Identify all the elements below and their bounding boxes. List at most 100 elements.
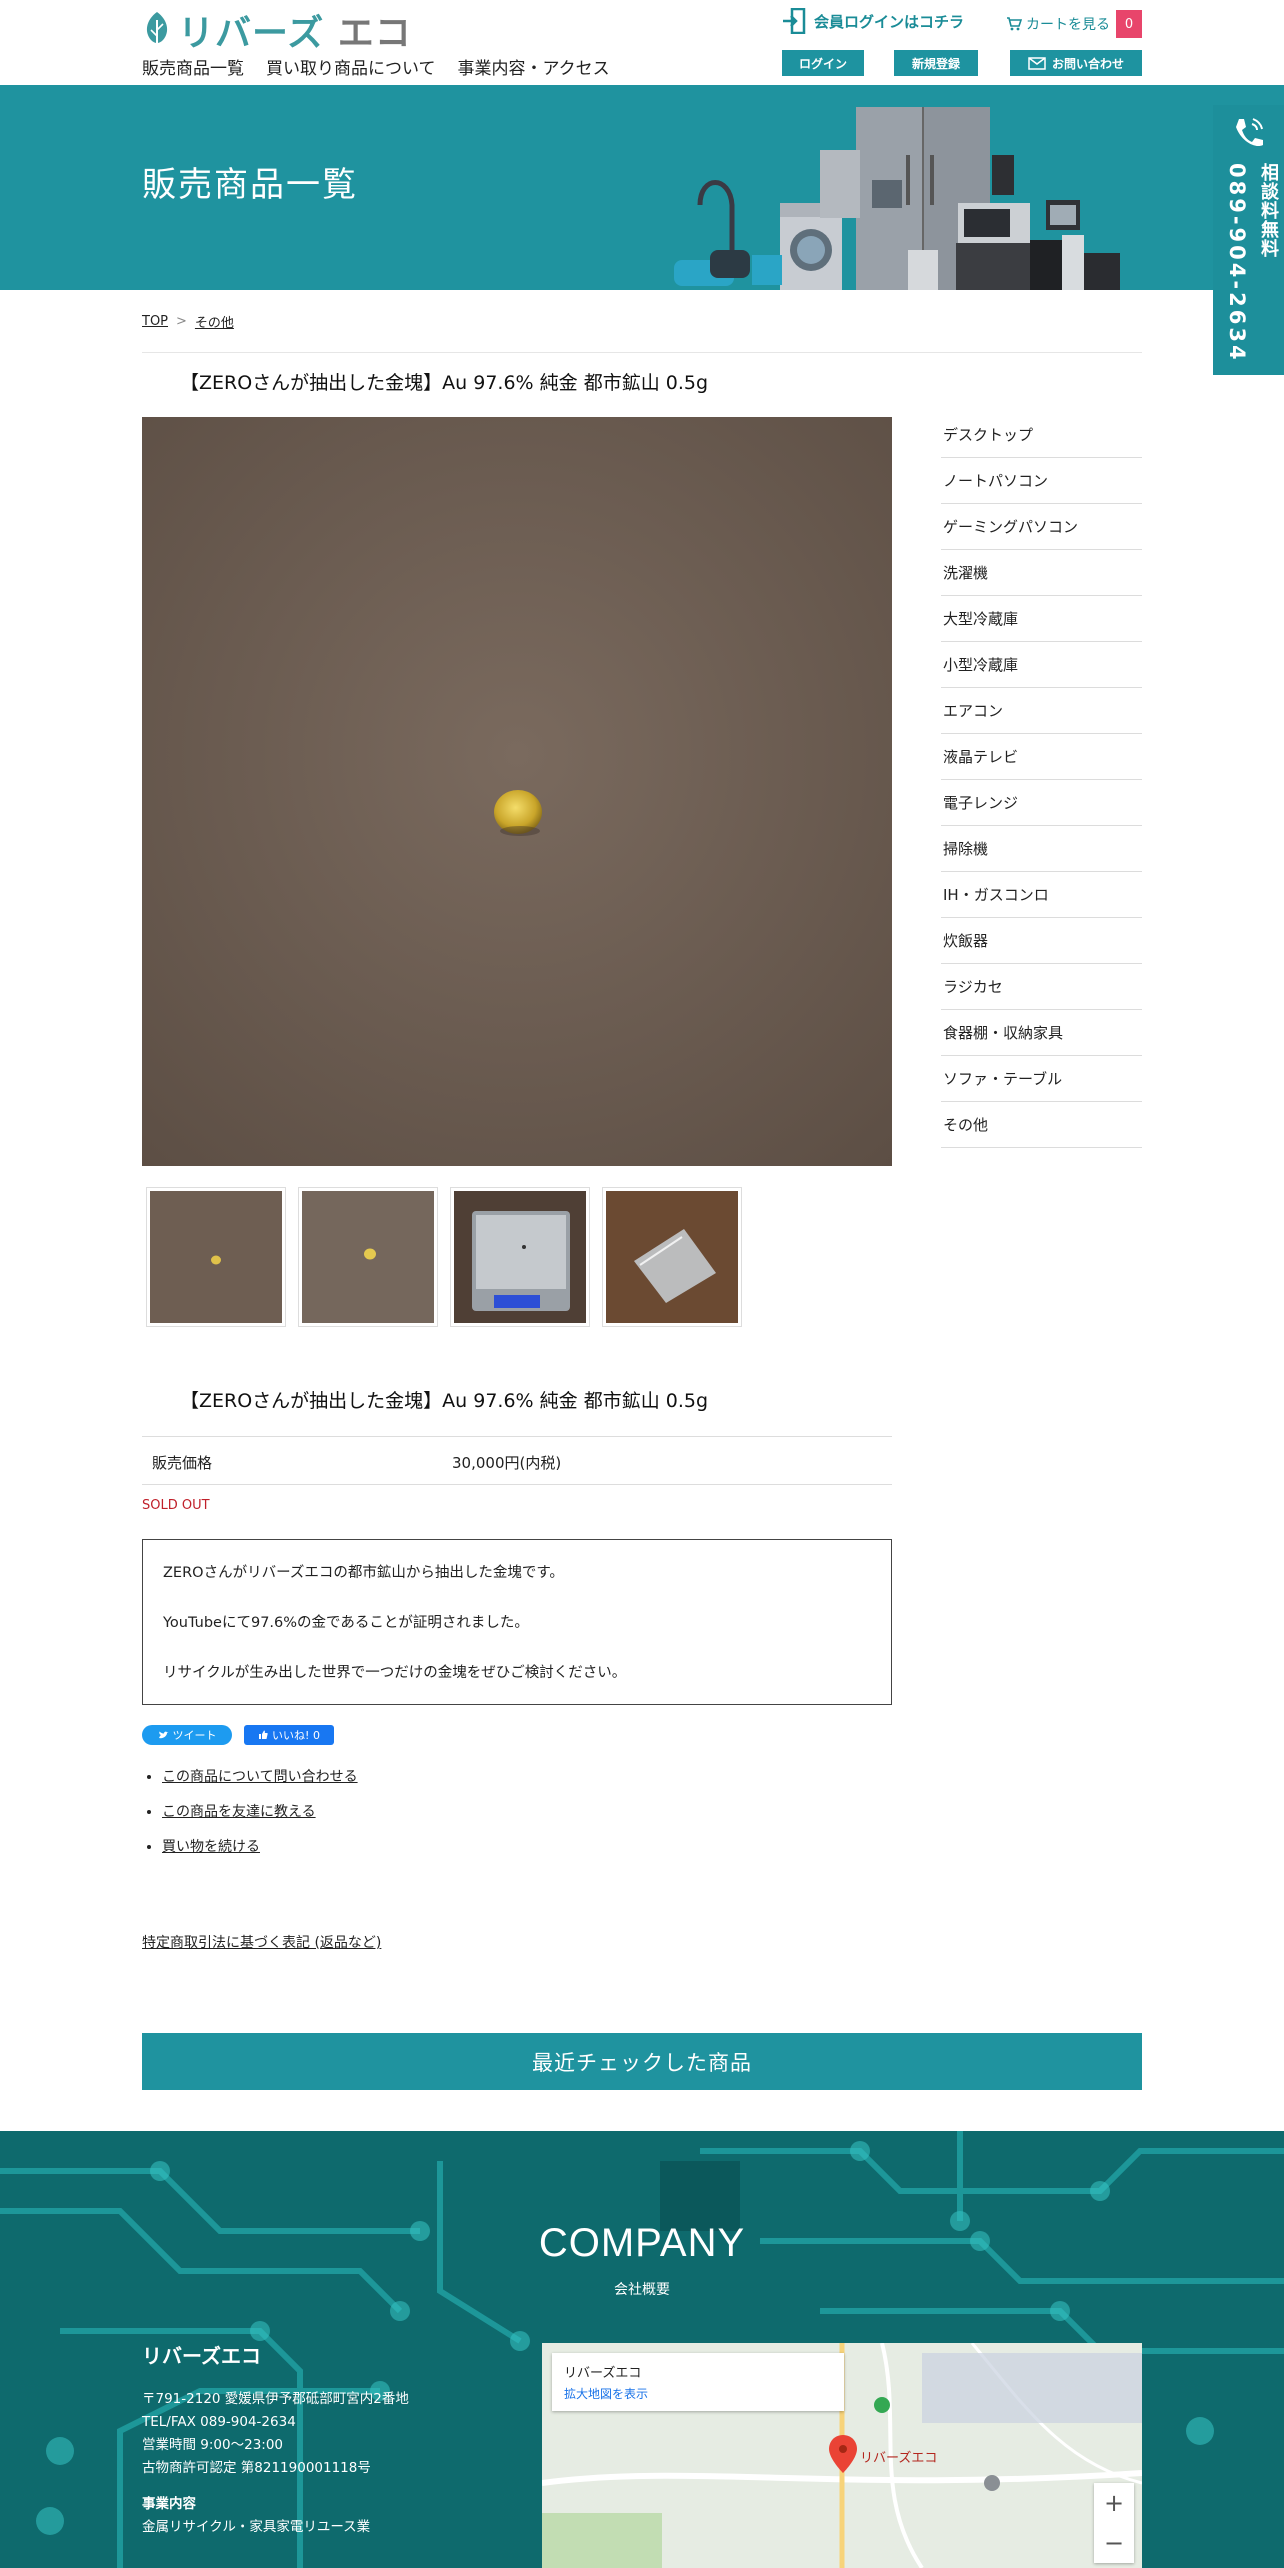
phone-number-label: 089-904-2634 <box>1225 163 1249 363</box>
digital-scale-photo <box>472 1211 570 1311</box>
thumbnail-4[interactable] <box>602 1187 742 1327</box>
phone-consult-tab[interactable]: 相談料無料 089-904-2634 <box>1213 105 1284 375</box>
contact-label: お問い合わせ <box>1051 56 1124 71</box>
category-item[interactable]: 電子レンジ <box>941 780 1142 826</box>
list-item: この商品について問い合わせる <box>162 1766 358 1786</box>
breadcrumb-top[interactable]: TOP <box>142 314 168 329</box>
category-item[interactable]: デスクトップ <box>941 412 1142 458</box>
google-map[interactable]: リバーズエコ 拡大地図を表示 リバーズエコ + − <box>542 2343 1142 2568</box>
category-item[interactable]: 大型冷蔵庫 <box>941 596 1142 642</box>
description-line: ZEROさんがリバーズエコの都市鉱山から抽出した金塊です。 <box>163 1565 564 1581</box>
cart-link[interactable]: カートを見る 0 <box>1006 10 1142 38</box>
like-button[interactable]: いいね! 0 <box>244 1725 334 1745</box>
breadcrumb: TOP > その他 <box>142 312 234 331</box>
social-buttons: ツイート いいね! 0 <box>142 1725 334 1745</box>
cart-count-badge: 0 <box>1116 10 1142 38</box>
nav-business[interactable]: 事業内容・アクセス <box>458 54 610 79</box>
category-item[interactable]: ゲーミングパソコン <box>941 504 1142 550</box>
member-login-label: 会員ログインはコチラ <box>814 12 965 31</box>
footer-subheading: 会社概要 <box>614 2282 670 2298</box>
company-hours: 営業時間 9:00〜23:00 <box>142 2437 284 2453</box>
global-nav: 販売商品一覧 買い取り商品について 事業内容・アクセス <box>142 54 610 79</box>
consult-free-label: 相談料無料 <box>1258 163 1279 258</box>
like-label: いいね! 0 <box>272 1729 320 1742</box>
thumbnail-list <box>146 1187 742 1327</box>
category-item[interactable]: ソファ・テーブル <box>941 1056 1142 1102</box>
login-door-icon <box>783 8 806 34</box>
nav-products[interactable]: 販売商品一覧 <box>142 54 244 79</box>
thumbnail-2[interactable] <box>298 1187 438 1327</box>
map-place-name: リバーズエコ <box>564 2366 642 2381</box>
category-item[interactable]: 炊飯器 <box>941 918 1142 964</box>
mail-icon <box>1028 56 1046 70</box>
category-item[interactable]: IH・ガスコンロ <box>941 872 1142 918</box>
business-title: 事業内容 <box>142 2496 196 2512</box>
category-item[interactable]: エアコン <box>941 688 1142 734</box>
page-title: 販売商品一覧 <box>142 165 358 205</box>
logo-text: リバーズ エコ <box>178 13 412 54</box>
tokutei-link[interactable]: 特定商取引法に基づく表記 (返品など) <box>142 1932 381 1952</box>
category-item[interactable]: 小型冷蔵庫 <box>941 642 1142 688</box>
tweet-button[interactable]: ツイート <box>142 1725 232 1745</box>
company-tel: TEL/FAX 089-904-2634 <box>142 2414 296 2430</box>
category-item[interactable]: 液晶テレビ <box>941 734 1142 780</box>
price-label: 販売価格 <box>152 1454 213 1472</box>
footer: COMPANY 会社概要 リバーズエコ 〒791-2120 愛媛県伊予郡砥部町宮… <box>0 2131 1284 2568</box>
nav-buyback[interactable]: 買い取り商品について <box>266 54 436 79</box>
product-links: この商品について問い合わせる この商品を友達に教える 買い物を続ける <box>162 1766 358 1871</box>
map-pin-label: リバーズエコ <box>860 2451 938 2466</box>
description-line: リサイクルが生み出した世界で一つだけの金塊をぜひご検討ください。 <box>163 1665 627 1681</box>
product-title: 【ZEROさんが抽出した金塊】Au 97.6% 純金 都市鉱山 0.5g <box>180 372 709 394</box>
map-enlarge-link[interactable]: 拡大地図を表示 <box>564 2385 832 2402</box>
product-main-image[interactable] <box>142 417 892 1166</box>
sold-out-status: SOLD OUT <box>142 1498 210 1513</box>
category-item[interactable]: ノートパソコン <box>941 458 1142 504</box>
cart-icon <box>1007 17 1022 31</box>
site-logo[interactable]: リバーズ エコ <box>142 4 412 56</box>
inquire-link[interactable]: この商品について問い合わせる <box>162 1769 358 1785</box>
category-item[interactable]: ラジカセ <box>941 964 1142 1010</box>
product-description: ZEROさんがリバーズエコの都市鉱山から抽出した金塊です。 YouTubeにて9… <box>142 1539 892 1705</box>
continue-shopping-link[interactable]: 買い物を続ける <box>162 1839 260 1855</box>
site-header: リバーズ エコ 販売商品一覧 買い取り商品について 事業内容・アクセス 会員ログ… <box>0 0 1284 85</box>
product-title-secondary: 【ZEROさんが抽出した金塊】Au 97.6% 純金 都市鉱山 0.5g <box>180 1390 709 1412</box>
list-item: この商品を友達に教える <box>162 1801 358 1821</box>
gold-nugget-photo <box>142 417 892 1166</box>
divider <box>142 352 1142 353</box>
thumbnail-3[interactable] <box>450 1187 590 1327</box>
category-sidebar: デスクトップ ノートパソコン ゲーミングパソコン 洗濯機 大型冷蔵庫 小型冷蔵庫… <box>941 412 1142 1148</box>
price-value: 30,000円(内税) <box>452 1454 562 1472</box>
thumbnail-1[interactable] <box>146 1187 286 1327</box>
contact-button[interactable]: お問い合わせ <box>1010 50 1142 76</box>
category-item[interactable]: 掃除機 <box>941 826 1142 872</box>
zoom-out-button[interactable]: − <box>1094 2523 1134 2563</box>
business-value: 金属リサイクル・家具家電リユース業 <box>142 2519 371 2535</box>
company-address: 〒791-2120 愛媛県伊予郡砥部町宮内2番地 <box>142 2391 409 2407</box>
zoom-in-button[interactable]: + <box>1094 2483 1134 2523</box>
appliances-illustration <box>674 107 1120 290</box>
register-button[interactable]: 新規登録 <box>894 50 978 76</box>
list-item: 買い物を続ける <box>162 1836 358 1856</box>
recently-viewed-bar: 最近チェックした商品 <box>142 2033 1142 2090</box>
member-login-link[interactable]: 会員ログインはコチラ <box>782 8 964 34</box>
thumbs-up-icon <box>259 1730 268 1739</box>
gold-nugget-close-photo <box>364 1248 376 1260</box>
company-name: リバーズエコ <box>142 2344 261 2368</box>
phone-icon <box>1236 118 1263 147</box>
breadcrumb-separator: > <box>176 314 187 329</box>
map-zoom-controls: + − <box>1094 2483 1134 2563</box>
map-info-card: リバーズエコ 拡大地図を表示 <box>552 2353 844 2411</box>
leaf-logo-icon <box>146 12 168 48</box>
login-button[interactable]: ログイン <box>782 50 864 76</box>
category-item[interactable]: 食器棚・収納家具 <box>941 1010 1142 1056</box>
tweet-label: ツイート <box>172 1729 217 1742</box>
category-item[interactable]: その他 <box>941 1102 1142 1148</box>
bird-icon <box>158 1731 168 1738</box>
breadcrumb-other[interactable]: その他 <box>195 312 234 331</box>
gold-nugget-far-photo <box>211 1255 221 1265</box>
tell-friend-link[interactable]: この商品を友達に教える <box>162 1804 316 1820</box>
plastic-bag-photo <box>634 1229 716 1303</box>
category-item[interactable]: 洗濯機 <box>941 550 1142 596</box>
cart-label: カートを見る <box>1026 17 1110 33</box>
footer-heading: COMPANY <box>538 2221 746 2265</box>
